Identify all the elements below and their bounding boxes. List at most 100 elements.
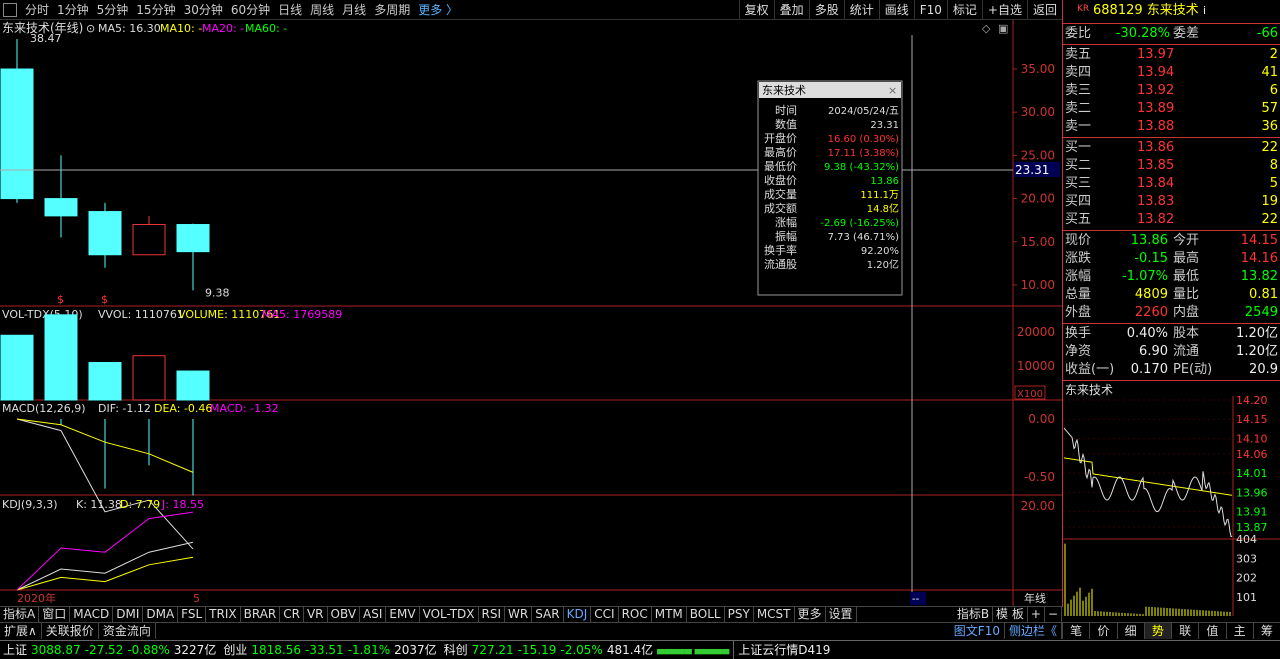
period-tab[interactable]: 多周期 <box>370 0 414 20</box>
diamond-icon: ◇ <box>982 22 991 35</box>
period-tab[interactable]: 30分钟 <box>180 0 227 20</box>
template-tab[interactable]: + <box>1028 607 1045 622</box>
period-tab[interactable]: 日线 <box>274 0 306 20</box>
stat-label: 量比 <box>1173 287 1200 302</box>
indicator-tab[interactable]: CCI <box>591 607 619 622</box>
indicator-tab[interactable]: 设置 <box>826 607 857 622</box>
quote-tab[interactable]: 笔 <box>1062 622 1089 639</box>
toolbar-button[interactable]: 画线 <box>878 0 914 20</box>
template-tab[interactable]: − <box>1045 607 1062 622</box>
candle-body <box>44 198 78 217</box>
indicator-tab[interactable]: DMI <box>113 607 144 622</box>
level-label: 卖五 <box>1065 47 1092 62</box>
period-tab[interactable]: 15分钟 <box>132 0 179 20</box>
indicator-tab[interactable]: SAR <box>532 607 564 622</box>
quote-tab[interactable]: 细 <box>1116 622 1144 639</box>
quote-tab[interactable]: 价 <box>1089 622 1116 639</box>
indicator-tab[interactable]: ASI <box>360 607 387 622</box>
ma-label: MA20: - <box>202 22 244 35</box>
toolbar-button[interactable]: 多股 <box>808 0 844 20</box>
macd-label: DIF: -1.12 <box>98 402 151 415</box>
toolbar-button[interactable]: F10 <box>913 0 947 20</box>
more-periods-button[interactable]: 更多 〉 <box>414 0 462 20</box>
indicator-tab[interactable]: MCST <box>754 607 795 622</box>
indicator-tab[interactable]: MACD <box>70 607 114 622</box>
indicator-tab[interactable]: KDJ <box>564 607 592 622</box>
mini-tick-label: 14.15 <box>1236 413 1268 426</box>
indicator-tab[interactable]: WR <box>505 607 533 622</box>
template-tab[interactable]: 模 板 <box>993 607 1028 622</box>
cursor-price-label: 23.31 <box>1015 163 1049 177</box>
template-tab[interactable]: 指标B <box>954 607 994 622</box>
kline-chart[interactable]: 35.0030.0025.0020.0015.0010.0038.479.38$… <box>0 20 1062 606</box>
toolbar-button[interactable]: 复权 <box>738 0 774 20</box>
indicator-tab[interactable]: VOL-TDX <box>420 607 479 622</box>
indicator-tab[interactable]: 指标A <box>0 607 40 622</box>
macd-label: DEA: -0.46 <box>154 402 212 415</box>
indicator-tab[interactable]: ROC <box>619 607 652 622</box>
stat-label: 换手 <box>1065 326 1092 341</box>
indicator-tab[interactable]: EMV <box>386 607 420 622</box>
stat-label: 内盘 <box>1173 305 1200 320</box>
indicator-tab[interactable]: OBV <box>328 607 361 622</box>
period-tab[interactable]: 1分钟 <box>53 0 93 20</box>
quote-tab[interactable]: 筹 <box>1252 622 1280 639</box>
index-name[interactable]: 科创 <box>441 641 472 659</box>
indicator-tab[interactable]: BRAR <box>241 607 281 622</box>
indicator-tab[interactable]: RSI <box>479 607 506 622</box>
menu-toggle-icon[interactable] <box>3 2 17 17</box>
indicator-tab[interactable]: VR <box>304 607 328 622</box>
volume-bar <box>176 370 210 401</box>
index-value: 3088.87 <box>31 642 81 657</box>
indicator-tab[interactable]: MTM <box>652 607 687 622</box>
indicator-tab[interactable]: BOLL <box>687 607 725 622</box>
indicator-tab[interactable]: 窗口 <box>39 607 71 622</box>
level-price: 13.92 <box>1137 83 1175 98</box>
stat-row: 外盘 2260 内盘 2549 <box>1063 304 1280 322</box>
period-tab[interactable]: 周线 <box>306 0 338 20</box>
side-tab[interactable]: 图文F10 <box>950 623 1005 639</box>
period-tab[interactable]: 分时 <box>21 0 53 20</box>
toolbar-button[interactable]: 叠加 <box>773 0 809 20</box>
level-volume: 6 <box>1269 83 1278 98</box>
cloud-status[interactable]: 上证云行情D419 <box>733 640 834 659</box>
level-label: 买三 <box>1065 176 1092 191</box>
quote-tab[interactable]: 主 <box>1225 622 1253 639</box>
panel-tab[interactable]: 资金流向 <box>99 623 156 639</box>
period-toolbar: 分时 1分钟 5分钟 15分钟 30分钟 60分钟 日线 周线 月线 多周期 更多 〉 复权 叠加多… <box>0 0 1062 20</box>
period-tab[interactable]: 60分钟 <box>227 0 274 20</box>
kdj-tick-label: 20.00 <box>1021 499 1055 513</box>
index-name[interactable]: 创业 <box>220 641 251 659</box>
panel-tab[interactable]: 扩展∧ <box>0 623 42 639</box>
mini-vol-tick: 404 <box>1236 533 1257 546</box>
ma-label: MA10: - <box>160 22 202 35</box>
tooltip-label: 最高价 <box>764 145 797 159</box>
period-tab[interactable]: 月线 <box>338 0 370 20</box>
indicator-tab[interactable]: PSY <box>725 607 754 622</box>
quote-tab[interactable]: 值 <box>1198 622 1225 639</box>
indicator-tab[interactable]: FSL <box>178 607 207 622</box>
toolbar-button[interactable]: 标记 <box>946 0 982 20</box>
level-label: 买五 <box>1065 212 1092 227</box>
level-label: 买二 <box>1065 158 1092 173</box>
toolbar-button[interactable]: 返回 <box>1026 0 1062 20</box>
indicator-tab[interactable]: DMA <box>143 607 179 622</box>
intraday-mini-chart[interactable]: 东来技术 14.20 14.15 14.10 14.06 14.01 13.96 13.91 1… <box>1063 382 1280 616</box>
quote-tab[interactable]: 联 <box>1171 622 1198 639</box>
quote-tab[interactable]: 势 <box>1143 622 1171 639</box>
panel-tab[interactable]: 关联报价 <box>42 623 99 639</box>
indicator-tab[interactable]: CR <box>280 607 304 622</box>
vol-unit: X100 <box>1017 389 1043 400</box>
side-tab[interactable]: 侧边栏《 <box>1005 623 1062 639</box>
indicator-tab[interactable]: TRIX <box>206 607 241 622</box>
stat-row: 总量 4809 量比 0.81 <box>1063 286 1280 304</box>
stat-value: 14.15 <box>1240 233 1278 248</box>
index-name[interactable]: 上证 <box>0 641 31 659</box>
info-icon[interactable]: i <box>1203 4 1206 17</box>
toolbar-button[interactable]: 统计 <box>843 0 879 20</box>
indicator-tab[interactable]: 更多 <box>795 607 826 622</box>
period-tab[interactable]: 5分钟 <box>93 0 133 20</box>
level-volume: 36 <box>1261 119 1278 134</box>
toolbar-button[interactable]: +自选 <box>981 0 1027 20</box>
level-label: 卖三 <box>1065 83 1092 98</box>
